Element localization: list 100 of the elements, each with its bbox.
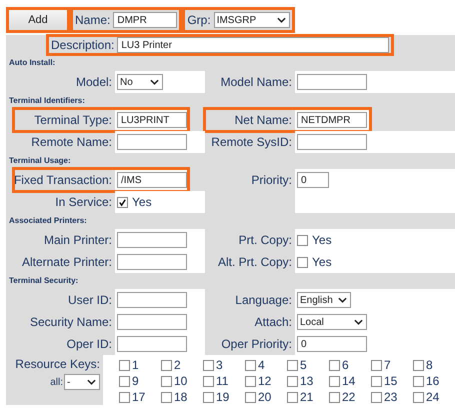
input-field[interactable] (297, 134, 367, 150)
field-label: Attach: (254, 315, 292, 329)
input-field[interactable] (297, 74, 367, 90)
field-label: all: (50, 376, 63, 388)
checkbox[interactable] (245, 376, 256, 386)
key-number: 10 (174, 374, 188, 388)
key-number: 8 (426, 358, 433, 372)
input-field[interactable]: 0 (297, 336, 367, 352)
key-number: 13 (300, 374, 314, 388)
field-label: Model Name: (220, 75, 292, 89)
key-number: 22 (342, 390, 356, 404)
checkbox[interactable] (245, 392, 256, 402)
input-field[interactable] (117, 232, 187, 248)
field-label: Main Printer: (44, 233, 112, 247)
field-label: Oper Priority: (221, 337, 292, 351)
field-label: Remote SysID: (211, 135, 292, 149)
key-number: 16 (426, 374, 440, 388)
field-label: Alt. Prt. Copy: (218, 255, 292, 269)
key-number: 21 (300, 390, 314, 404)
checkbox[interactable] (119, 360, 130, 370)
key-number: 11 (216, 374, 228, 388)
input-field[interactable]: NETDMPR (297, 112, 367, 128)
key-number: 14 (342, 374, 356, 388)
key-number: 20 (258, 390, 272, 404)
caret-icon (150, 79, 159, 85)
input-field[interactable] (117, 292, 187, 308)
field-label: Priority: (251, 173, 292, 187)
field-label: Grp: (187, 13, 211, 27)
field-label: Oper ID: (66, 337, 112, 351)
key-number: 3 (216, 358, 223, 372)
checkbox[interactable] (413, 360, 424, 370)
checkbox[interactable] (245, 360, 256, 370)
checkbox[interactable] (161, 376, 172, 386)
input-field[interactable]: DMPR (113, 12, 178, 28)
field-label: Remote Name: (31, 135, 112, 149)
field-label: Net Name: (234, 113, 292, 127)
caret-icon (338, 297, 347, 303)
checkbox[interactable] (371, 392, 382, 402)
key-number: 12 (258, 374, 272, 388)
checkbox[interactable] (329, 392, 340, 402)
input-field[interactable] (117, 336, 187, 352)
checkbox[interactable] (329, 360, 340, 370)
checkbox[interactable] (117, 196, 128, 208)
input-field[interactable]: 0 (297, 172, 329, 188)
field-label: Name: (75, 13, 110, 27)
checkbox[interactable] (413, 392, 424, 402)
caret-icon (354, 319, 363, 325)
input-field[interactable]: LU3PRINT (117, 112, 187, 128)
key-number: 24 (426, 390, 440, 404)
checkbox[interactable] (297, 234, 308, 246)
input-field[interactable]: LU3 Printer (117, 37, 390, 53)
key-number: 23 (384, 390, 398, 404)
key-number: 5 (300, 358, 307, 372)
checkbox[interactable] (287, 376, 298, 386)
section-heading: Associated Printers: (8, 215, 88, 227)
section-heading: Auto Install: (8, 57, 56, 69)
dropdown[interactable]: English (297, 292, 351, 308)
dropdown[interactable]: Local (297, 314, 367, 330)
checkbox[interactable] (203, 376, 214, 386)
checkbox[interactable] (371, 376, 382, 386)
option-label: Yes (312, 255, 332, 269)
key-number: 2 (174, 358, 181, 372)
checkbox[interactable] (161, 392, 172, 402)
key-number: 6 (342, 358, 349, 372)
input-field[interactable]: /IMS (117, 172, 187, 188)
key-number: 4 (258, 358, 265, 372)
checkbox[interactable] (329, 376, 340, 386)
key-number: 19 (216, 390, 230, 404)
field-label: Fixed Transaction: (14, 173, 112, 187)
key-number: 9 (132, 374, 139, 388)
input-field[interactable] (117, 254, 187, 270)
field-label: Language: (235, 293, 292, 307)
input-field[interactable] (117, 134, 187, 150)
checkbox[interactable] (203, 360, 214, 370)
section-heading: Terminal Usage: (8, 155, 72, 167)
input-field[interactable] (117, 314, 187, 330)
section-heading: Terminal Security: (8, 275, 80, 287)
field-label: Security Name: (30, 315, 112, 329)
caret-icon (87, 379, 96, 385)
checkbox[interactable] (371, 360, 382, 370)
section-heading: Terminal Identifiers: (8, 95, 86, 107)
add-button[interactable]: Add (8, 9, 68, 31)
field-label: Prt. Copy: (238, 233, 292, 247)
field-label: Description: (51, 38, 114, 52)
checkbox[interactable] (297, 256, 308, 268)
checkbox[interactable] (203, 392, 214, 402)
field-label: User ID: (68, 293, 112, 307)
checkbox[interactable] (287, 392, 298, 402)
checkbox[interactable] (119, 376, 130, 386)
dropdown[interactable]: - (64, 374, 100, 390)
checkbox[interactable] (119, 392, 130, 402)
dropdown[interactable]: IMSGRP (214, 12, 290, 28)
field-label: Model: (76, 75, 112, 89)
checkbox[interactable] (413, 376, 424, 386)
checkbox[interactable] (287, 360, 298, 370)
caret-icon (276, 17, 286, 23)
field-label: Alternate Printer: (22, 255, 112, 269)
checkbox[interactable] (161, 360, 172, 370)
dropdown[interactable]: No (117, 74, 163, 90)
key-number: 18 (174, 390, 188, 404)
